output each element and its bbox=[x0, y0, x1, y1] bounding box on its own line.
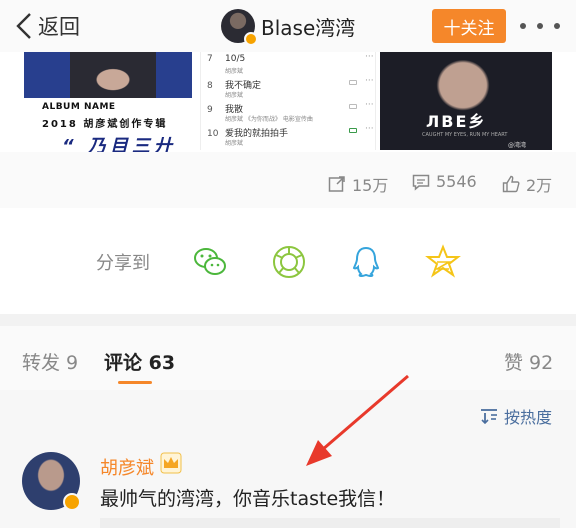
comment-stat[interactable]: 5546 bbox=[412, 172, 477, 191]
avatar[interactable] bbox=[22, 452, 81, 511]
more-dot bbox=[520, 23, 526, 29]
album-name-label: ALBUM NAME bbox=[42, 102, 116, 112]
like-stat[interactable]: 2万 bbox=[502, 172, 552, 196]
post-image-strip: ALBUM NAME 2018 胡彦斌创作专辑 “ 乃目三廾 ” 7 10/5 胡… bbox=[0, 52, 576, 179]
crown-icon bbox=[160, 452, 182, 474]
back-label: 返回 bbox=[38, 15, 80, 39]
share-panel: 分享到 bbox=[0, 208, 576, 314]
chevron-left-icon bbox=[16, 13, 31, 39]
user-name[interactable]: Blase湾湾 bbox=[261, 12, 355, 41]
more-icon: ··· bbox=[365, 76, 374, 86]
more-icon[interactable] bbox=[520, 12, 560, 40]
tracklist-image[interactable]: 7 10/5 胡彦斌 ··· 8 我不确定 胡彦斌 ··· 9 我散 胡彦斌 《为你而… bbox=[200, 52, 376, 150]
thumbs-up-icon bbox=[502, 175, 520, 193]
track-item: 7 10/5 胡彦斌 ··· bbox=[207, 52, 374, 75]
track-item: 8 我不确定 胡彦斌 ··· bbox=[207, 76, 374, 99]
mv-icon bbox=[349, 104, 357, 109]
repost-stat[interactable]: 15万 bbox=[328, 172, 388, 196]
section-divider bbox=[0, 314, 576, 326]
moments-icon[interactable] bbox=[271, 244, 307, 280]
sort-label: 按热度 bbox=[504, 408, 553, 427]
tab-like[interactable]: 赞 92 bbox=[504, 348, 553, 375]
verified-badge-icon bbox=[244, 32, 258, 46]
track-number: 9 bbox=[207, 105, 213, 115]
share-label: 分享到 bbox=[96, 253, 150, 274]
album-tagline: CAUGHT MY EYES, RUN MY HEART bbox=[422, 132, 508, 138]
active-tab-indicator bbox=[118, 381, 152, 384]
repost-count: 15万 bbox=[352, 176, 389, 195]
album-logo: ЛBE乡 bbox=[426, 112, 487, 131]
comment-count: 5546 bbox=[436, 172, 477, 191]
tab-comment[interactable]: 评论 63 bbox=[104, 348, 175, 375]
tab-repost[interactable]: 转发 9 bbox=[22, 348, 78, 375]
top-bar: 返回 Blase湾湾 十关注 bbox=[0, 0, 576, 52]
track-title: 10/5 bbox=[225, 54, 246, 64]
mv-icon bbox=[349, 80, 357, 85]
album-cover-right[interactable]: ЛBE乡 CAUGHT MY EYES, RUN MY HEART @湾湾 bbox=[380, 52, 552, 150]
wechat-icon[interactable] bbox=[192, 244, 228, 280]
watermark: @湾湾 bbox=[508, 142, 527, 149]
qzone-icon[interactable] bbox=[425, 244, 461, 280]
avatar[interactable] bbox=[221, 9, 258, 46]
playing-icon bbox=[349, 128, 357, 133]
track-item: 10 爱我的就拍拍手 胡彦斌 ··· bbox=[207, 124, 374, 147]
more-dot bbox=[554, 23, 560, 29]
interaction-tabs: 转发 9 评论 63 赞 92 bbox=[0, 326, 576, 390]
like-count: 2万 bbox=[526, 176, 553, 195]
post-stats-bar: 15万 5546 2万 bbox=[0, 152, 576, 208]
back-button[interactable]: 返回 bbox=[14, 10, 80, 42]
follow-button[interactable]: 十关注 bbox=[432, 9, 506, 43]
sort-icon bbox=[481, 409, 497, 424]
track-subtitle: 胡彦斌 bbox=[225, 140, 244, 147]
comment-text: 最帅气的湾湾，你音乐taste我信！ bbox=[100, 488, 396, 510]
sort-button[interactable]: 按热度 bbox=[480, 404, 552, 428]
more-icon: ··· bbox=[365, 124, 374, 134]
track-subtitle: 胡彦斌 《为你而战》 电影宣传曲 bbox=[225, 116, 313, 123]
qq-icon[interactable] bbox=[348, 244, 384, 280]
repost-icon bbox=[328, 176, 345, 192]
comment-list: 按热度 胡彦斌 最帅气的湾湾，你音乐taste我信！ bbox=[0, 390, 576, 528]
track-number: 7 bbox=[207, 54, 213, 64]
track-item: 9 我散 胡彦斌 《为你而战》 电影宣传曲 ··· bbox=[207, 100, 374, 123]
verified-badge-icon bbox=[63, 493, 81, 511]
track-number: 8 bbox=[207, 81, 213, 91]
track-subtitle: 胡彦斌 bbox=[225, 68, 244, 75]
track-number: 10 bbox=[207, 129, 219, 139]
more-icon: ··· bbox=[365, 52, 374, 62]
more-dot bbox=[537, 23, 543, 29]
cover-portrait bbox=[70, 52, 156, 98]
track-subtitle: 胡彦斌 bbox=[225, 92, 244, 99]
album-subtitle: 2018 胡彦斌创作专辑 bbox=[42, 119, 168, 130]
comment-icon bbox=[412, 174, 430, 191]
more-icon: ··· bbox=[365, 100, 374, 110]
comment-author[interactable]: 胡彦斌 bbox=[100, 454, 154, 480]
reply-preview[interactable] bbox=[100, 518, 560, 528]
album-cover-left[interactable]: ALBUM NAME 2018 胡彦斌创作专辑 “ 乃目三廾 ” bbox=[22, 52, 194, 179]
